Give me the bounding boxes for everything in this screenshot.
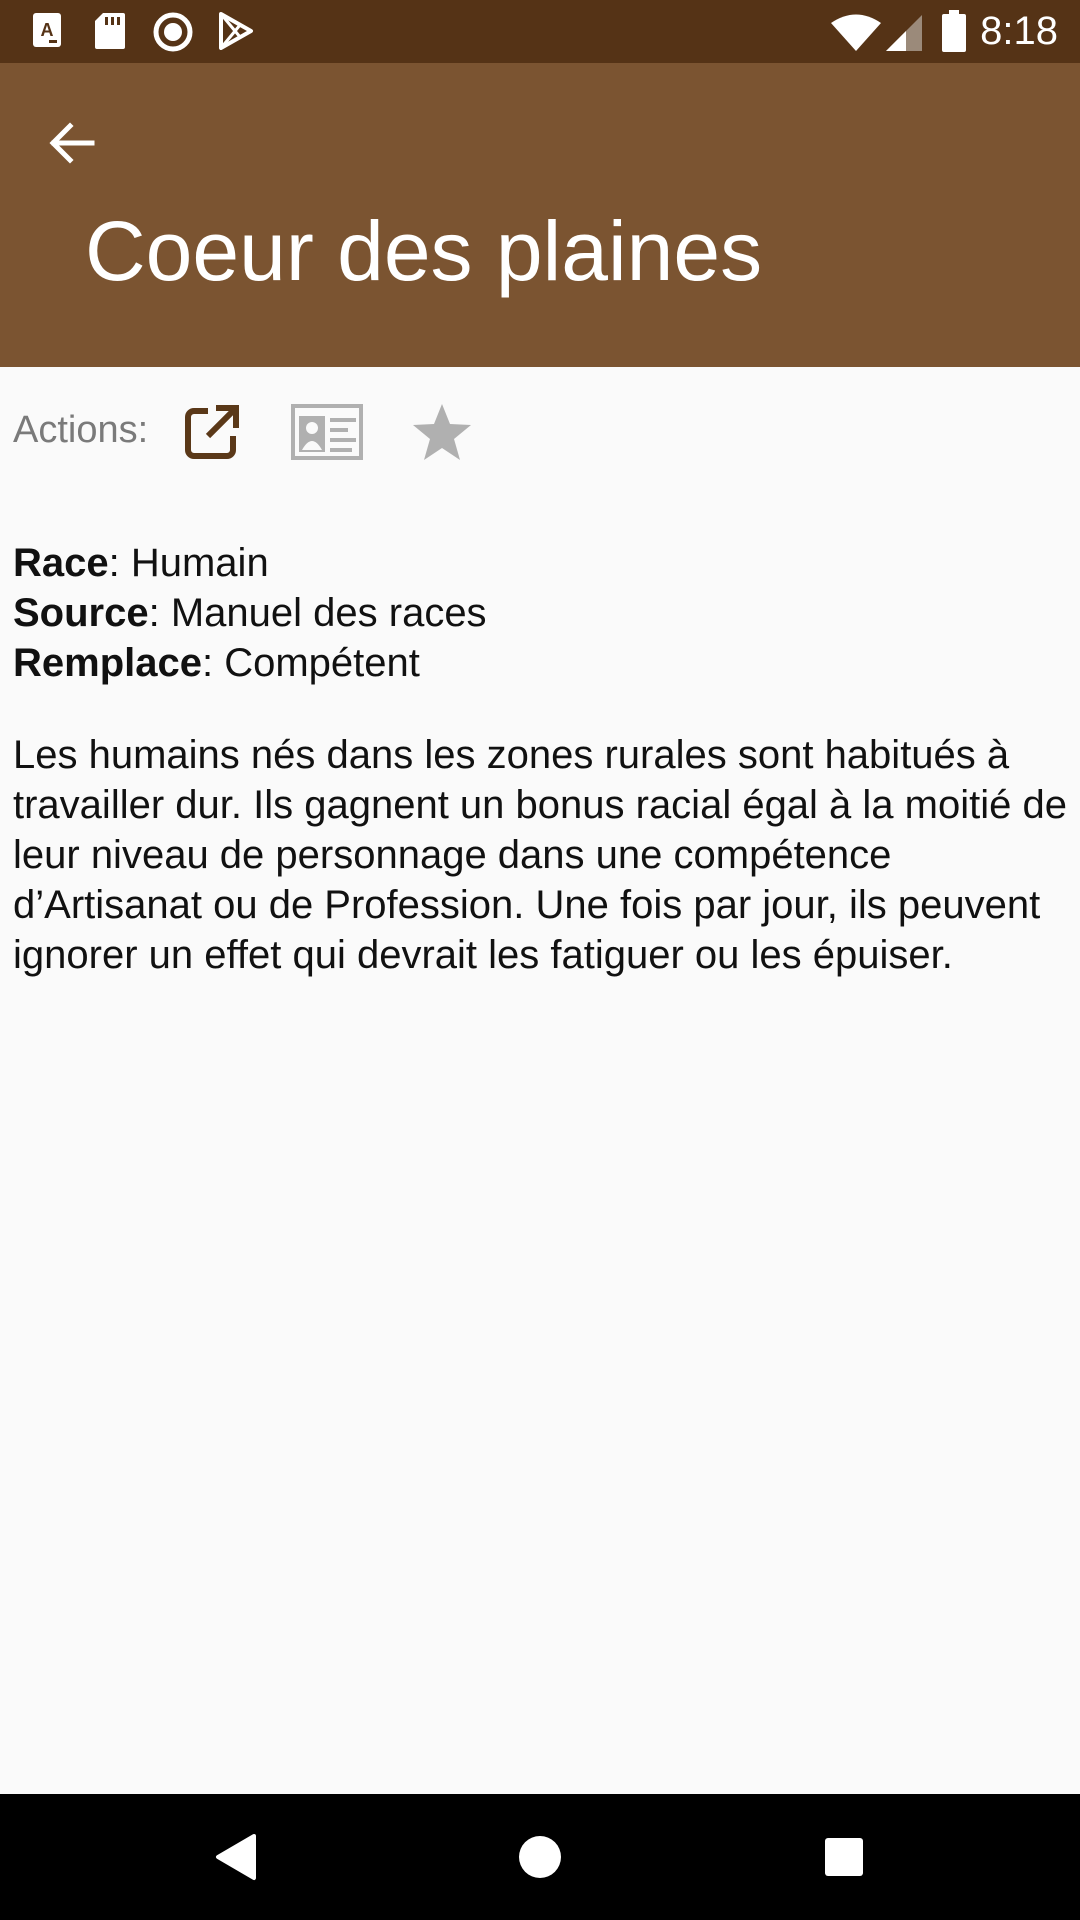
external-link-icon <box>185 405 239 459</box>
text-notification-icon: A <box>32 12 62 53</box>
nav-recents-button[interactable] <box>804 1817 884 1897</box>
race-label: Race <box>13 541 109 585</box>
wifi-icon <box>830 14 882 57</box>
description-text: Les humains nés dans les zones rurales s… <box>13 733 1067 977</box>
details-block: Race: Humain Source: Manuel des races Re… <box>13 538 1063 688</box>
source-label: Source <box>13 591 149 635</box>
race-row: Race: Humain <box>13 538 1063 588</box>
home-circle-icon <box>519 1836 561 1878</box>
back-triangle-icon <box>216 1834 256 1880</box>
actions-label: Actions: <box>13 409 149 451</box>
nav-back-button[interactable] <box>196 1817 276 1897</box>
page-title: Coeur des plaines <box>85 204 763 298</box>
recents-square-icon <box>825 1838 863 1876</box>
character-sheet-button[interactable] <box>291 396 363 468</box>
status-time: 8:18 <box>980 9 1058 53</box>
battery-icon <box>942 10 966 57</box>
source-value: : Manuel des races <box>148 591 487 635</box>
sd-card-icon <box>94 12 126 55</box>
actions-row: Actions: <box>0 390 1080 470</box>
replaces-row: Remplace: Compétent <box>13 638 1063 688</box>
nav-home-button[interactable] <box>500 1817 580 1897</box>
app-bar: Coeur des plaines <box>0 63 1080 367</box>
id-card-icon <box>291 404 363 460</box>
star-icon <box>413 404 471 460</box>
status-bar: A 8:18 <box>0 0 1080 63</box>
source-row: Source: Manuel des races <box>13 588 1063 638</box>
race-value: : Humain <box>108 541 269 585</box>
sync-circle-icon <box>153 12 193 57</box>
cellular-signal-icon <box>884 14 924 57</box>
arrow-back-icon <box>49 122 95 164</box>
back-button[interactable] <box>36 107 108 179</box>
navigation-bar <box>0 1794 1080 1920</box>
play-store-icon <box>218 12 254 55</box>
replaces-value: : Compétent <box>201 641 420 685</box>
svg-text:A: A <box>41 20 54 40</box>
favorite-button[interactable] <box>406 396 478 468</box>
open-external-button[interactable] <box>176 396 248 468</box>
replaces-label: Remplace <box>13 641 202 685</box>
